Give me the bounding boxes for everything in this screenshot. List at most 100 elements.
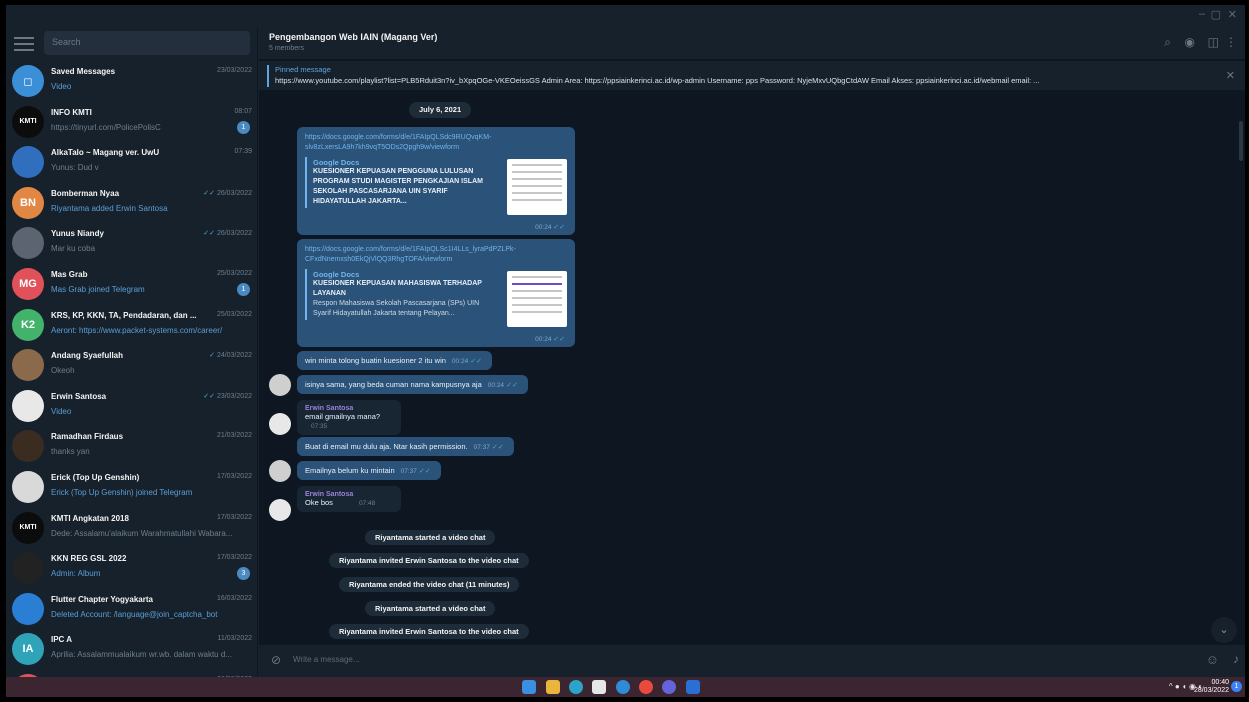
chat-header[interactable]: Pengembangon Web IAIN (Magang Ver) 5 mem… (259, 27, 1245, 60)
chat-list-item[interactable]: KMTI INFO KMTI https://tinyurl.com/PoliceP… (6, 102, 257, 143)
unread-badge: 1 (237, 120, 250, 134)
chat-list-item[interactable]: K2 KRS, KP, KKN, TA, Pendadaran, dan ... A… (6, 305, 257, 346)
chat-date-text: 11/03/2022 (217, 635, 252, 643)
emoji-icon[interactable]: ☺ (1206, 652, 1219, 667)
chat-date: ✓✓ 26/03/2022 (203, 189, 252, 197)
telegram-icon[interactable] (616, 680, 630, 694)
chat-date-text: 23/03/2022 (216, 67, 252, 74)
pinned-message[interactable]: Pinned message https://www.youtube.com/p… (259, 61, 1245, 91)
sidebar-toggle-icon[interactable]: ◫ (1208, 35, 1219, 49)
edge-icon[interactable] (569, 680, 583, 694)
message-link-url[interactable]: https://docs.google.com/forms/d/e/1FAIpQ… (297, 127, 575, 153)
clock-date: 28/03/2022 (1193, 687, 1229, 694)
avatar[interactable] (269, 413, 291, 435)
chat-preview: Video (51, 82, 72, 91)
chat-name: Mas Grab (51, 269, 88, 279)
avatar[interactable] (269, 374, 291, 396)
chat-preview: Mas Grab joined Telegram (51, 284, 145, 294)
hamburger-menu-icon[interactable] (14, 33, 34, 53)
chat-preview: Erick (Top Up Genshin) joined Telegram (51, 487, 193, 497)
microphone-icon[interactable]: ♪ (1233, 652, 1239, 666)
message-time: 07:37 (473, 444, 490, 451)
read-check-icon: ✓✓ (491, 444, 504, 451)
message-time: 07:37 (400, 468, 417, 475)
chat-list-item[interactable]: Yunus Niandy Mar ku coba ✓✓ 26/03/2022 (6, 223, 257, 264)
video-chat-icon[interactable]: ◉ (1185, 35, 1195, 49)
chat-list-item[interactable]: Erwin Santosa Video ✓✓ 23/03/2022 (6, 386, 257, 427)
avatar[interactable] (269, 460, 291, 482)
sender-name[interactable]: Erwin Santosa (305, 491, 393, 498)
close-button[interactable]: ✕ (1228, 8, 1237, 21)
file-explorer-icon[interactable] (546, 680, 560, 694)
link-preview[interactable]: Google Docs KUESIONER KEPUASAN MAHASISWA… (305, 269, 567, 327)
avatar (12, 227, 44, 260)
chat-list-item[interactable]: BN Bomberman Nyaa Riyantama added Erwin Sa… (6, 183, 257, 224)
chat-list-item[interactable]: IA IPC A Aprilia: Assalammualaikum wr.wb. … (6, 629, 257, 670)
read-check-icon: ✓✓ (203, 392, 215, 400)
message-time: 07:48 (358, 500, 376, 507)
chat-date: 07:39 (234, 148, 252, 155)
chat-list-item[interactable]: KKN REG GSL 2022 Admin: Album 17/03/2022 3 (6, 548, 257, 589)
more-options-icon[interactable]: ⋮ (1225, 35, 1237, 49)
preview-thumbnail (507, 159, 567, 215)
message-bubble[interactable]: win minta tolong buatin kuesioner 2 itu … (297, 351, 493, 370)
word-icon[interactable] (686, 680, 700, 694)
minimize-button[interactable]: – (1199, 8, 1205, 20)
chat-date-text: 25/03/2022 (216, 269, 252, 277)
clock[interactable]: 00:40 28/03/2022 (1194, 679, 1229, 695)
message-time: 07:35 (311, 423, 328, 430)
chat-list-item[interactable]: Flutter Chapter Yogyakarta Deleted Accoun… (6, 589, 257, 630)
discord-icon[interactable] (662, 680, 676, 694)
sender-name[interactable]: Erwin Santosa (305, 405, 393, 412)
chat-date-text: 24/03/2022 (216, 352, 252, 360)
notification-badge[interactable]: 1 (1231, 681, 1242, 692)
scroll-down-button[interactable]: ⌄ (1211, 617, 1237, 643)
message-link-url[interactable]: https://docs.google.com/forms/d/e/1FAIpQ… (297, 239, 575, 265)
chat-preview: Yunus: Dud v (51, 163, 99, 173)
chat-panel: Pengembangon Web IAIN (Magang Ver) 5 mem… (259, 27, 1245, 677)
search-input[interactable]: Search (44, 31, 250, 55)
scrollbar[interactable] (1239, 121, 1243, 161)
avatar: ◻ (12, 65, 44, 97)
chat-preview: Mar ku coba (51, 244, 96, 254)
link-preview[interactable]: Google Docs KUESIONER KEPUASAN PENGGUNA … (305, 157, 567, 215)
avatar (12, 430, 44, 463)
message-bubble-incoming[interactable]: Erwin Santosa Oke bos 07:48 (297, 486, 401, 512)
chat-date-text: 07:39 (234, 148, 252, 156)
start-icon[interactable] (522, 680, 536, 694)
chat-date-text: 25/03/2022 (216, 310, 252, 318)
avatar: IA (12, 633, 44, 666)
chat-list-item[interactable]: Erick (Top Up Genshin) Erick (Top Up Gens… (6, 467, 257, 508)
message-link-2[interactable]: https://docs.google.com/forms/d/e/1FAIpQ… (297, 239, 575, 347)
chat-preview: Riyantama added Erwin Santosa (51, 203, 168, 213)
service-message: Riyantama started a video chat (365, 601, 496, 616)
message-input[interactable]: Write a message... (293, 655, 360, 664)
message-bubble[interactable]: isinya sama, yang beda cuman nama kampus… (297, 375, 528, 394)
chat-list-item[interactable]: ◻ Saved Messages Video 23/03/2022 (6, 61, 257, 102)
maximize-button[interactable]: ▢ (1211, 8, 1221, 21)
message-bubble[interactable]: Buat di email mu dulu aja. Ntar kasih pe… (297, 437, 514, 456)
chat-list-item[interactable]: AlkaTalo ~ Magang ver. UwU Yunus: Dud v 07… (6, 142, 257, 183)
chat-list-item[interactable]: Andang Syaefullah Okeoh ✓ 24/03/2022 (6, 345, 257, 386)
chat-list-item[interactable]: MG Mas Grab Mas Grab joined Telegram 25/03/… (6, 264, 257, 305)
chrome-icon[interactable] (639, 680, 653, 694)
chat-list-item[interactable]: Az Zahra06/03/2022 (6, 670, 257, 677)
chat-name: Flutter Chapter Yogyakarta (51, 594, 153, 604)
search-icon[interactable]: ⌕ (1164, 35, 1171, 50)
chat-date-text: 16/03/2022 (216, 594, 252, 602)
message-text: Oke bos (305, 498, 333, 507)
close-icon[interactable]: ✕ (1226, 69, 1235, 82)
chat-date-text: 08:07 (234, 107, 252, 115)
chat-name: KKN REG GSL 2022 (51, 554, 127, 564)
read-check-icon: ✓✓ (203, 230, 215, 238)
chat-list-item[interactable]: KMTI KMTI Angkatan 2018 Dede: Assalamu'ala… (6, 508, 257, 549)
avatar[interactable] (269, 499, 291, 521)
chat-list-item[interactable]: Ramadhan Firdaus thanks yan 21/03/2022 (6, 426, 257, 467)
chat-date: 25/03/2022 (217, 270, 252, 277)
message-link-1[interactable]: https://docs.google.com/forms/d/e/1FAIpQ… (297, 127, 575, 235)
message-bubble-incoming[interactable]: Erwin Santosa email gmailnya mana? 07:35 (297, 400, 401, 435)
read-check-icon: ✓ (209, 352, 215, 360)
store-icon[interactable] (592, 680, 606, 694)
message-bubble[interactable]: Emailnya belum ku mintain 07:37 ✓✓ (297, 461, 441, 480)
attach-icon[interactable]: ⊘ (271, 653, 281, 667)
